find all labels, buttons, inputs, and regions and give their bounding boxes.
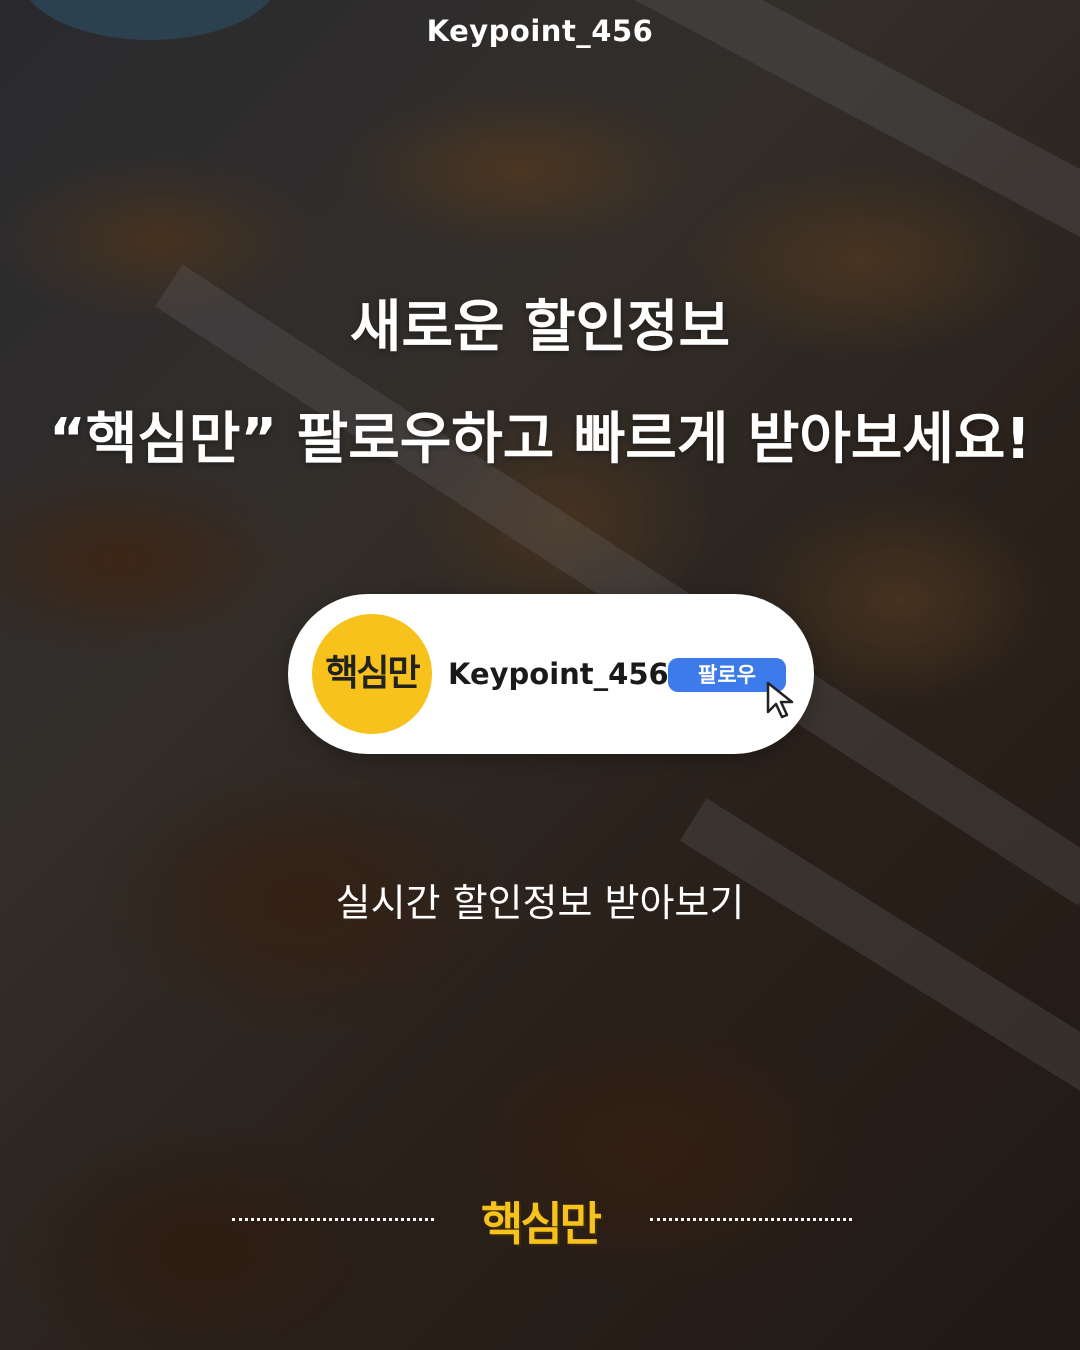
footer-logo: 핵심만 (481, 1197, 602, 1251)
headline-line-1: 새로운 할인정보 (349, 295, 731, 360)
profile-name: Keypoint_456 (448, 657, 669, 691)
profile-card: 핵심만 Keypoint_456 팔로우 (288, 594, 814, 754)
pointer-cursor-icon (766, 681, 794, 719)
footer-divider-right (650, 1218, 852, 1221)
subtitle: 실시간 할인정보 받아보기 (335, 881, 745, 925)
post-content: Keypoint_456 새로운 할인정보 “핵심만” 팔로우하고 빠르게 받아… (0, 0, 1080, 1350)
footer-divider-left (232, 1218, 434, 1221)
account-handle: Keypoint_456 (426, 14, 654, 48)
avatar: 핵심만 (312, 614, 432, 734)
avatar-text: 핵심만 (325, 653, 420, 694)
headline-line-2: “핵심만” 팔로우하고 빠르게 받아보세요! (49, 407, 1031, 472)
